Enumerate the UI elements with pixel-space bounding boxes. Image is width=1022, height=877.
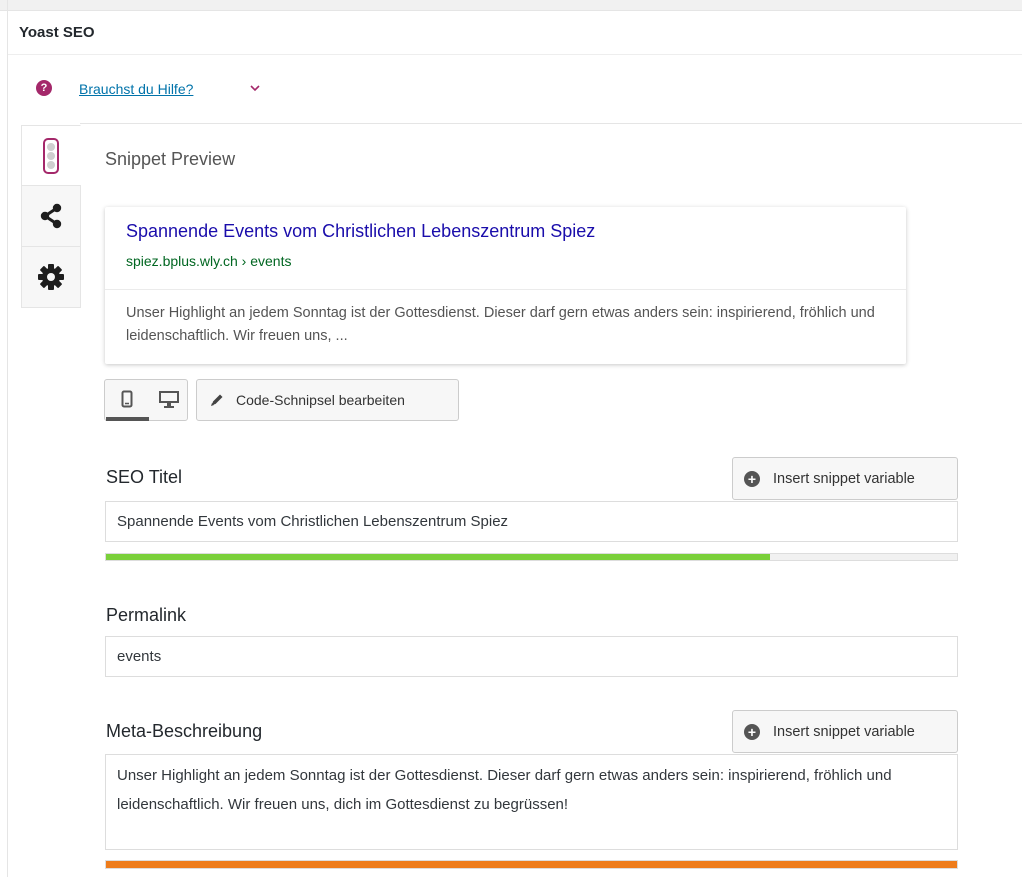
metabox-border xyxy=(7,0,8,877)
metabox-header[interactable]: Yoast SEO xyxy=(8,11,1022,55)
insert-snippet-variable-button-meta[interactable]: + Insert snippet variable xyxy=(732,710,958,753)
mobile-preview-button[interactable] xyxy=(106,380,147,418)
traffic-light-icon xyxy=(43,138,59,174)
tab-seo-analysis[interactable] xyxy=(21,125,81,187)
edit-snippet-label: Code-Schnipsel bearbeiten xyxy=(236,392,405,408)
desktop-icon xyxy=(158,391,179,408)
edit-snippet-button[interactable]: Code-Schnipsel bearbeiten xyxy=(196,379,459,421)
share-icon xyxy=(40,203,62,229)
insert-snippet-variable-button[interactable]: + Insert snippet variable xyxy=(732,457,958,500)
serp-preview: Spannende Events vom Christlichen Lebens… xyxy=(105,207,906,364)
seo-title-label: SEO Titel xyxy=(106,467,183,487)
meta-description-progress-fill xyxy=(106,861,957,868)
tab-advanced[interactable] xyxy=(21,246,81,308)
chevron-down-icon[interactable] xyxy=(249,82,261,94)
mobile-icon xyxy=(121,390,132,408)
metabox-title: Yoast SEO xyxy=(19,24,95,41)
insert-snippet-variable-label: Insert snippet variable xyxy=(773,470,915,487)
seo-title-progress xyxy=(105,553,958,561)
plus-circle-icon: + xyxy=(744,723,760,740)
question-circle-icon[interactable]: ? xyxy=(36,80,52,96)
meta-description-progress xyxy=(105,860,958,869)
plus-circle-icon: + xyxy=(744,470,760,487)
permalink-input[interactable]: events xyxy=(105,636,958,677)
top-edge xyxy=(0,0,1022,11)
yoast-seo-metabox: Yoast SEO ? Brauchst du Hilfe? Snippet P… xyxy=(0,0,1022,877)
tab-divider xyxy=(80,123,1022,124)
permalink-label: Permalink xyxy=(106,605,187,625)
gear-icon xyxy=(38,264,64,290)
seo-title-input[interactable]: Spannende Events vom Christlichen Lebens… xyxy=(105,501,958,542)
desktop-preview-button[interactable] xyxy=(148,380,189,418)
device-active-indicator xyxy=(106,417,149,421)
serp-url: spiez.bplus.wly.ch › events xyxy=(126,253,292,269)
tab-social[interactable] xyxy=(21,185,81,247)
insert-snippet-variable-label: Insert snippet variable xyxy=(773,723,915,740)
help-link[interactable]: Brauchst du Hilfe? xyxy=(79,81,193,97)
seo-title-progress-fill xyxy=(106,554,770,560)
snippet-preview-heading: Snippet Preview xyxy=(105,149,236,169)
device-toggle xyxy=(104,379,188,421)
meta-description-label: Meta-Beschreibung xyxy=(106,721,263,741)
meta-description-textarea[interactable]: Unser Highlight an jedem Sonntag ist der… xyxy=(105,754,958,850)
serp-separator xyxy=(105,289,906,290)
pencil-icon xyxy=(209,392,225,408)
serp-title[interactable]: Spannende Events vom Christlichen Lebens… xyxy=(126,221,595,242)
serp-description: Unser Highlight an jedem Sonntag ist der… xyxy=(126,305,875,344)
